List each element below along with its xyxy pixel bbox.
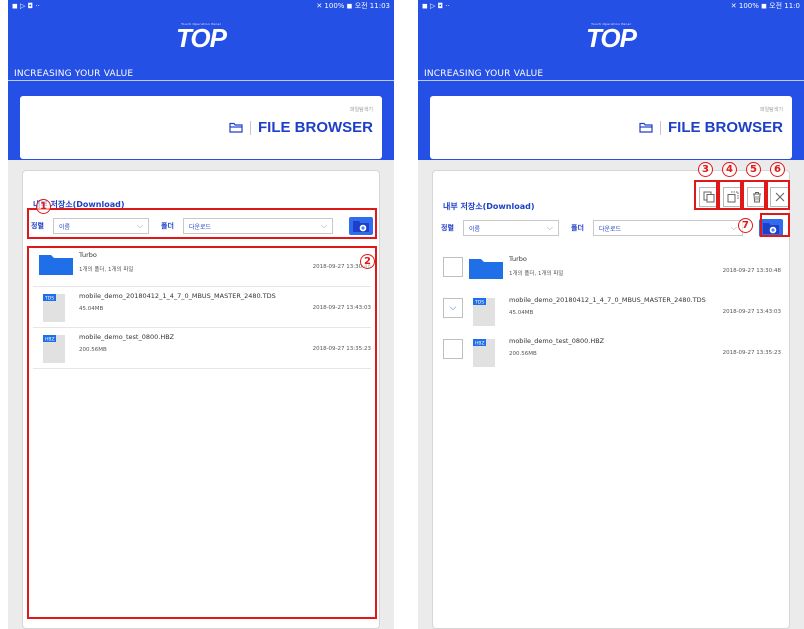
svg-text:HBZ: HBZ xyxy=(475,341,485,347)
logo-text: TOP xyxy=(176,23,227,53)
sort-select[interactable]: 이름 ⌵ xyxy=(463,220,559,236)
annotation-number: 4 xyxy=(722,162,737,177)
annotation-new-folder-box xyxy=(760,213,790,237)
header-banner: ◼ ▷ ◘ ·· ✕ 100% ◼ 오전 11:03 Touch Operati… xyxy=(8,0,394,160)
status-icons-left: ◼ ▷ ◘ ·· xyxy=(12,2,40,10)
tds-file-icon: TDS xyxy=(473,298,495,326)
sort-value: 이름 xyxy=(469,225,481,233)
file-name: mobile_demo_test_0800.HBZ xyxy=(509,337,605,345)
folder-label: 폴더 xyxy=(571,224,584,232)
file-browser-card: 파일탐색기 FILE BROWSER xyxy=(430,96,792,159)
tagline-divider xyxy=(418,80,804,81)
annotation-close-box xyxy=(766,180,790,210)
screen-left: ◼ ▷ ◘ ·· ✕ 100% ◼ 오전 11:03 Touch Operati… xyxy=(8,0,394,629)
folder-select[interactable]: 다운로드 ⌵ xyxy=(593,220,743,236)
file-date: 2018-09-27 13:43:03 xyxy=(722,309,781,315)
folder-icon xyxy=(469,259,503,279)
status-icons-right: ✕ 100% ◼ 오전 11:03 xyxy=(316,2,390,10)
annotation-number: 1 xyxy=(36,199,51,214)
list-item[interactable]: HBZ mobile_demo_test_0800.HBZ 200.56MB 2… xyxy=(443,333,781,373)
hbz-file-icon: HBZ xyxy=(473,339,495,367)
file-browser-subtitle: 파일탐색기 xyxy=(759,107,783,113)
folder-outline-icon xyxy=(229,118,243,137)
tagline: INCREASING YOUR VALUE xyxy=(424,69,544,79)
file-meta: 200.56MB xyxy=(509,351,537,357)
title-divider xyxy=(660,120,661,135)
annotation-move-box xyxy=(718,180,742,210)
annotation-copy-box xyxy=(694,180,718,210)
status-icons-left: ◼ ▷ ◘ ·· xyxy=(422,2,450,10)
app-logo: Touch Operation Panel TOP xyxy=(8,22,394,53)
annotation-delete-box xyxy=(742,180,766,210)
storage-title: 내부 저장소(Download) xyxy=(443,202,535,211)
sort-label: 정렬 xyxy=(441,224,454,232)
chevron-down-icon: ⌵ xyxy=(546,223,553,232)
header-banner: ◼ ▷ ◘ ·· ✕ 100% ◼ 오전 11:0 Touch Operatio… xyxy=(418,0,804,160)
logo-text: TOP xyxy=(586,23,637,53)
file-browser-subtitle: 파일탐색기 xyxy=(349,107,373,113)
file-name: Turbo xyxy=(509,255,527,263)
file-name: mobile_demo_20180412_1_4_7_0_MBUS_MASTER… xyxy=(509,296,706,304)
status-icons-right: ✕ 100% ◼ 오전 11:0 xyxy=(730,2,800,10)
screen-right: ◼ ▷ ◘ ·· ✕ 100% ◼ 오전 11:0 Touch Operatio… xyxy=(418,0,804,629)
list-item[interactable]: Turbo 1개의 폴더, 1개의 파일 2018-09-27 13:30:48 xyxy=(443,251,781,291)
app-logo: Touch Operation Panel TOP xyxy=(418,22,804,53)
annotation-number: 3 xyxy=(698,162,713,177)
sort-folder-toolbar: 정렬 이름 ⌵ 폴더 다운로드 ⌵ xyxy=(441,215,783,241)
annotation-number: 2 xyxy=(360,254,375,269)
annotation-toolbar-box xyxy=(27,208,377,239)
tagline-divider xyxy=(8,80,394,81)
file-panel: 내부 저장소(Download) 정렬 이름 ⌵ 폴더 다운로드 ⌵ Turbo… xyxy=(432,170,790,629)
folder-outline-icon xyxy=(639,118,653,137)
tagline: INCREASING YOUR VALUE xyxy=(14,69,134,79)
file-date: 2018-09-27 13:30:48 xyxy=(722,268,781,274)
status-bar: ◼ ▷ ◘ ·· ✕ 100% ◼ 오전 11:0 xyxy=(418,0,804,12)
list-item[interactable]: ⌵ TDS mobile_demo_20180412_1_4_7_0_MBUS_… xyxy=(443,292,781,332)
svg-text:TDS: TDS xyxy=(474,300,484,306)
logo-subtitle: Touch Operation Panel xyxy=(181,22,221,26)
chevron-down-icon: ⌵ xyxy=(730,223,737,232)
status-bar: ◼ ▷ ◘ ·· ✕ 100% ◼ 오전 11:03 xyxy=(8,0,394,12)
annotation-number: 7 xyxy=(738,218,753,233)
file-browser-card: 파일탐색기 FILE BROWSER xyxy=(20,96,382,159)
row-checkbox[interactable] xyxy=(443,339,463,359)
folder-value: 다운로드 xyxy=(599,225,622,233)
file-meta: 45.04MB xyxy=(509,310,534,316)
annotation-list-box xyxy=(27,246,377,619)
annotation-number: 6 xyxy=(770,162,785,177)
row-checkbox-checked[interactable]: ⌵ xyxy=(443,298,463,318)
file-meta: 1개의 폴더, 1개의 파일 xyxy=(509,271,564,277)
file-browser-title: FILE BROWSER xyxy=(668,119,783,136)
logo-subtitle: Touch Operation Panel xyxy=(591,22,631,26)
file-browser-title: FILE BROWSER xyxy=(258,119,373,136)
title-divider xyxy=(250,120,251,135)
annotation-number: 5 xyxy=(746,162,761,177)
file-date: 2018-09-27 13:35:23 xyxy=(722,350,781,356)
row-checkbox[interactable] xyxy=(443,257,463,277)
